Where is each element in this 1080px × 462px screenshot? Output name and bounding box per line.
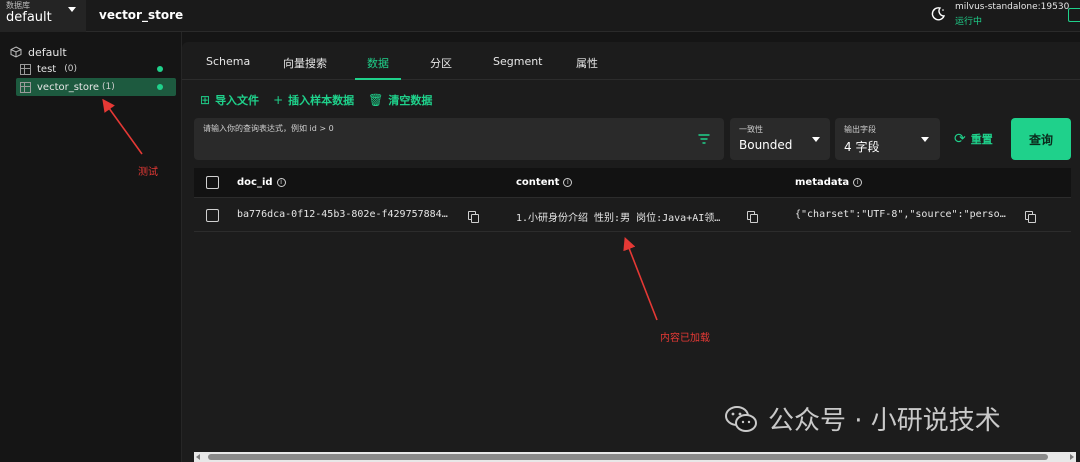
database-value: default bbox=[6, 10, 52, 25]
horizontal-scrollbar[interactable] bbox=[194, 452, 1076, 462]
server-name: milvus-standalone:19530 bbox=[955, 2, 1070, 12]
copy-icon[interactable] bbox=[468, 211, 479, 223]
cell-content: 1.小研身份介绍 性别:男 岗位:Java+AI领… bbox=[516, 213, 721, 224]
active-tab-indicator bbox=[355, 78, 401, 80]
file-import-icon: ⊞ bbox=[200, 93, 211, 107]
sidebar-item-test[interactable]: test (0) bbox=[16, 60, 176, 78]
column-header-label: doc_id bbox=[237, 177, 273, 188]
info-icon[interactable]: i bbox=[853, 178, 863, 187]
plus-icon: + bbox=[273, 93, 284, 107]
sidebar-item-label: test bbox=[37, 63, 57, 75]
table-icon bbox=[20, 81, 31, 93]
reset-label: 重置 bbox=[970, 133, 993, 146]
copy-icon[interactable] bbox=[747, 211, 758, 223]
output-fields-label: 输出字段 bbox=[844, 125, 876, 134]
query-button[interactable]: 查询 bbox=[1011, 118, 1071, 160]
clear-data-label: 清空数据 bbox=[388, 94, 433, 107]
column-header-label: metadata bbox=[795, 177, 850, 188]
consistency-value: Bounded bbox=[739, 138, 793, 152]
action-bar: ⊞ 导入文件 + 插入样本数据 🗑 清空数据 bbox=[200, 92, 446, 108]
insert-sample-label: 插入样本数据 bbox=[288, 94, 355, 107]
tab-segment[interactable]: Segment bbox=[493, 55, 543, 68]
output-fields-select[interactable]: 输出字段 4 字段 bbox=[835, 118, 940, 160]
column-header-metadata[interactable]: metadata i bbox=[795, 177, 863, 188]
sidebar: default test (0) vector_store (1) bbox=[0, 32, 182, 462]
server-status: 运行中 bbox=[955, 17, 983, 27]
scrollbar-thumb[interactable] bbox=[208, 454, 1048, 460]
table-row[interactable]: ba776dca-0f12-45b3-802e-f429757884… 1.小研… bbox=[194, 199, 1071, 232]
tab-partitions[interactable]: 分区 bbox=[430, 55, 452, 71]
annotation-note-content: 内容已加载 bbox=[660, 333, 710, 344]
sidebar-item-vector-store[interactable]: vector_store (1) bbox=[16, 78, 176, 96]
consistency-select[interactable]: 一致性 Bounded bbox=[730, 118, 830, 160]
loaded-status-dot bbox=[157, 84, 163, 90]
row-checkbox[interactable] bbox=[206, 209, 219, 222]
tab-data[interactable]: 数据 bbox=[367, 55, 389, 71]
reset-button[interactable]: ⟳ 重置 bbox=[954, 131, 993, 147]
import-file-button[interactable]: ⊞ 导入文件 bbox=[200, 92, 259, 108]
cell-doc-id: ba776dca-0f12-45b3-802e-f429757884… bbox=[237, 209, 448, 220]
logout-icon[interactable] bbox=[1068, 8, 1080, 22]
scroll-left-arrow-icon[interactable] bbox=[196, 454, 200, 460]
caret-down-icon bbox=[812, 137, 820, 142]
database-select[interactable]: 数据库 default bbox=[0, 0, 86, 32]
info-icon[interactable]: i bbox=[563, 178, 573, 187]
query-expression-box[interactable] bbox=[194, 118, 724, 160]
moon-icon[interactable] bbox=[930, 6, 946, 22]
scroll-right-arrow-icon[interactable] bbox=[1070, 454, 1074, 460]
tab-vector-search[interactable]: 向量搜索 bbox=[283, 55, 327, 71]
collection-title: vector_store bbox=[99, 8, 184, 22]
trash-icon: 🗑 bbox=[368, 93, 384, 107]
filter-icon[interactable] bbox=[698, 134, 710, 144]
caret-down-icon bbox=[921, 137, 929, 142]
top-bar: 数据库 default vector_store milvus-standalo… bbox=[0, 0, 1080, 32]
watermark-text: 公众号 · 小研说技术 bbox=[768, 406, 1001, 436]
table-header: doc_id i content i metadata i bbox=[194, 168, 1071, 198]
import-file-label: 导入文件 bbox=[215, 94, 260, 107]
clear-data-button[interactable]: 🗑 清空数据 bbox=[368, 92, 432, 108]
select-all-checkbox[interactable] bbox=[206, 176, 219, 189]
column-header-content[interactable]: content i bbox=[516, 177, 573, 188]
tab-properties[interactable]: 属性 bbox=[576, 55, 598, 71]
tree-root-database[interactable]: default bbox=[10, 45, 67, 59]
annotation-note-sidebar: 测试 bbox=[138, 167, 158, 178]
tab-schema[interactable]: Schema bbox=[206, 55, 250, 68]
tab-bar: Schema 向量搜索 数据 分区 Segment 属性 bbox=[182, 42, 1080, 80]
tree-root-label: default bbox=[28, 45, 67, 59]
query-expression-input[interactable] bbox=[203, 124, 683, 133]
main-panel: Schema 向量搜索 数据 分区 Segment 属性 ⊞ 导入文件 + 插入… bbox=[182, 42, 1080, 462]
consistency-label: 一致性 bbox=[739, 125, 763, 134]
caret-down-icon bbox=[68, 7, 76, 12]
column-header-doc-id[interactable]: doc_id i bbox=[237, 177, 286, 188]
refresh-icon: ⟳ bbox=[954, 131, 966, 147]
wechat-logo-icon bbox=[725, 405, 757, 432]
cell-metadata: {"charset":"UTF-8","source":"perso… bbox=[795, 209, 1006, 220]
table-icon bbox=[20, 63, 31, 75]
sidebar-item-count: (1) bbox=[102, 82, 115, 92]
info-icon[interactable]: i bbox=[276, 178, 286, 187]
data-table: doc_id i content i metadata i ba776dca-0… bbox=[194, 168, 1071, 232]
loaded-status-dot bbox=[157, 66, 163, 72]
sidebar-item-label: vector_store bbox=[37, 81, 100, 93]
watermark: 公众号 · 小研说技术 bbox=[724, 400, 1001, 437]
copy-icon[interactable] bbox=[1025, 211, 1036, 223]
database-cube-icon bbox=[10, 46, 22, 58]
insert-sample-button[interactable]: + 插入样本数据 bbox=[273, 92, 354, 108]
sidebar-item-count: (0) bbox=[64, 64, 77, 74]
column-header-label: content bbox=[516, 177, 560, 188]
output-fields-value: 4 字段 bbox=[844, 140, 880, 154]
